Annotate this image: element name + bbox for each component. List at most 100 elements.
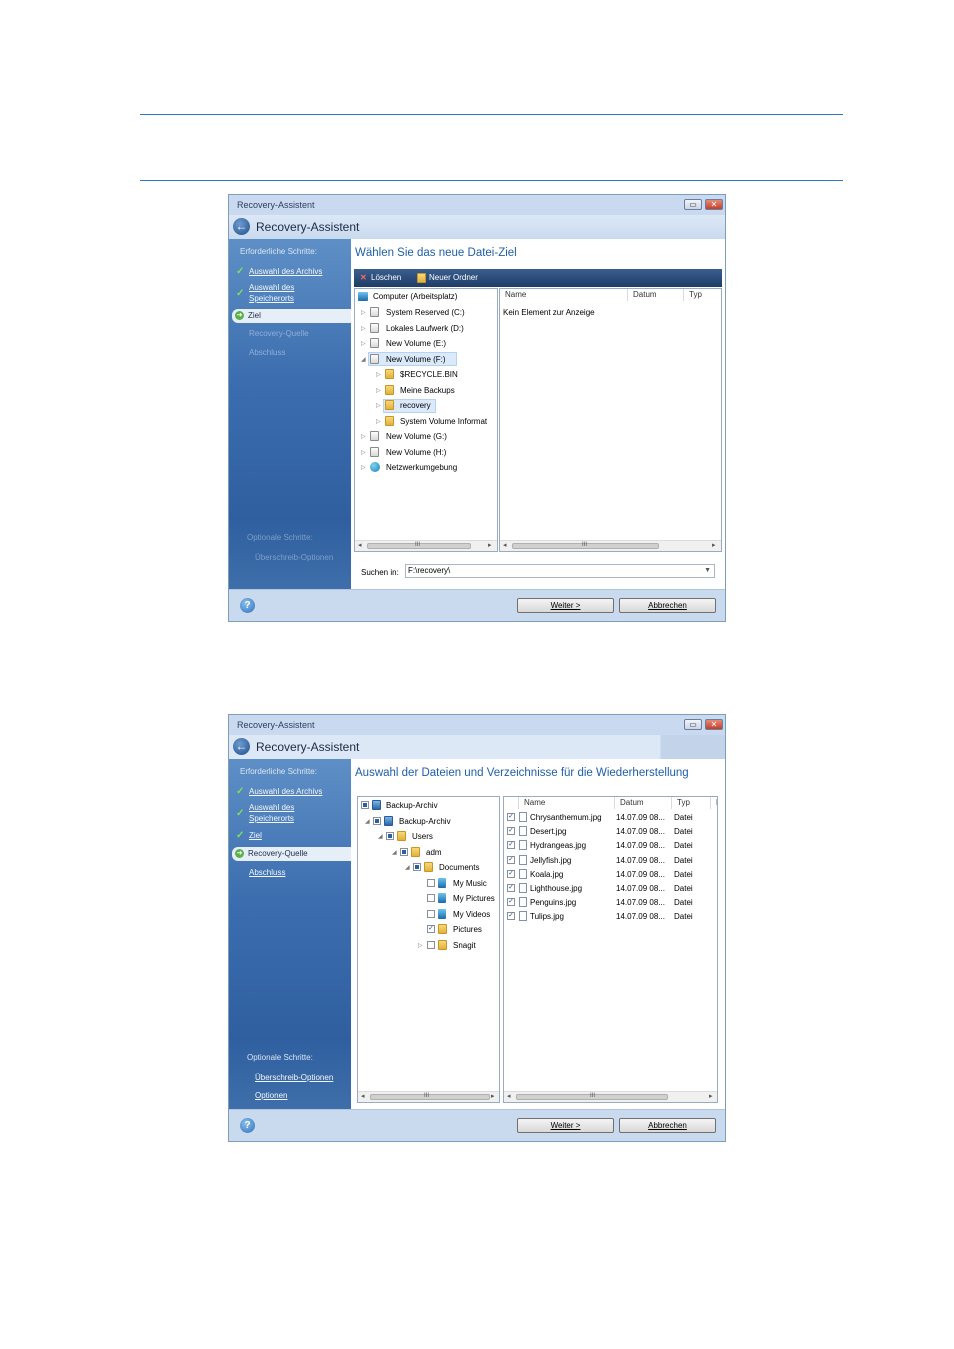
step-archive-selection[interactable]: Auswahl des Archivs bbox=[249, 787, 322, 796]
expand-arrow-icon[interactable]: ▷ bbox=[418, 942, 423, 949]
tree-item-system-volume-info[interactable]: System Volume Informat bbox=[400, 417, 487, 426]
tree-item-drive-e[interactable]: New Volume (E:) bbox=[386, 339, 446, 348]
step-archive-selection[interactable]: Auswahl des Archivs bbox=[249, 267, 322, 276]
scroll-left-arrow-icon[interactable]: ◂ bbox=[507, 1092, 511, 1100]
file-row[interactable]: ✓ Desert.jpg 14.07.09 08... Datei bbox=[504, 826, 709, 838]
help-icon[interactable]: ? bbox=[240, 1118, 255, 1133]
scroll-right-arrow-icon[interactable]: ▸ bbox=[709, 1092, 713, 1100]
scroll-left-arrow-icon[interactable]: ◂ bbox=[503, 541, 507, 549]
checkbox[interactable] bbox=[427, 879, 435, 887]
file-row[interactable]: ✓ Jellyfish.jpg 14.07.09 08... Datei bbox=[504, 854, 709, 867]
back-arrow-icon[interactable]: ← bbox=[233, 218, 250, 235]
partial-checkbox[interactable] bbox=[361, 801, 369, 809]
tree-item-backup-archive-root[interactable]: Backup-Archiv bbox=[386, 801, 438, 810]
next-button[interactable]: Weiter > bbox=[517, 598, 614, 613]
expand-arrow-icon[interactable]: ▷ bbox=[361, 340, 366, 347]
checked-checkbox[interactable]: ✓ bbox=[507, 813, 515, 821]
step-finish[interactable]: Abschluss bbox=[249, 868, 285, 877]
tree-item-drive-g[interactable]: New Volume (G:) bbox=[386, 432, 447, 441]
tree-item-drive-f[interactable]: New Volume (F:) bbox=[386, 355, 446, 364]
column-header-name[interactable]: Name bbox=[500, 289, 628, 301]
tree-item-network[interactable]: Netzwerkumgebung bbox=[386, 463, 457, 472]
step-destination[interactable]: Ziel bbox=[249, 831, 262, 840]
file-row[interactable]: ✓ Tulips.jpg 14.07.09 08... Datei bbox=[504, 911, 709, 923]
tree-item-my-pictures[interactable]: My Pictures bbox=[453, 894, 495, 903]
close-button[interactable]: ✕ bbox=[705, 199, 723, 210]
tree-item-pictures[interactable]: Pictures bbox=[453, 925, 482, 934]
step-location-selection-line2[interactable]: Speicherorts bbox=[249, 294, 294, 303]
tree-item-drive-h[interactable]: New Volume (H:) bbox=[386, 448, 446, 457]
column-header-date[interactable]: Datum bbox=[615, 797, 672, 809]
cancel-button[interactable]: Abbrechen bbox=[619, 1118, 716, 1133]
checked-checkbox[interactable]: ✓ bbox=[507, 884, 515, 892]
restore-button[interactable]: ▭ bbox=[684, 719, 702, 730]
checkbox[interactable] bbox=[427, 894, 435, 902]
list-horizontal-scrollbar[interactable]: ◂ III ▸ bbox=[504, 1091, 717, 1102]
tree-item-recycle-bin[interactable]: $RECYCLE.BIN bbox=[400, 370, 458, 379]
scroll-right-arrow-icon[interactable]: ▸ bbox=[491, 1092, 495, 1100]
tree-item-meine-backups[interactable]: Meine Backups bbox=[400, 386, 455, 395]
tree-item-documents[interactable]: Documents bbox=[439, 863, 479, 872]
partial-checkbox[interactable] bbox=[400, 848, 408, 856]
expand-arrow-icon[interactable]: ▷ bbox=[361, 433, 366, 440]
delete-button[interactable]: Löschen bbox=[371, 273, 401, 282]
dropdown-arrow-icon[interactable]: ▼ bbox=[704, 565, 711, 577]
tree-item-adm[interactable]: adm bbox=[426, 848, 442, 857]
expand-arrow-icon[interactable]: ▷ bbox=[361, 464, 366, 471]
checked-checkbox[interactable]: ✓ bbox=[507, 827, 515, 836]
tree-horizontal-scrollbar[interactable]: ◂ III ▸ bbox=[355, 540, 497, 551]
expand-arrow-icon[interactable]: ▷ bbox=[361, 325, 366, 332]
collapse-arrow-icon[interactable]: ◢ bbox=[365, 818, 370, 825]
checked-checkbox[interactable]: ✓ bbox=[427, 925, 435, 933]
new-folder-button[interactable]: Neuer Ordner bbox=[429, 273, 478, 282]
file-row[interactable]: ✓ Chrysanthemum.jpg 14.07.09 08... Datei bbox=[504, 812, 709, 824]
collapse-arrow-icon[interactable]: ◢ bbox=[405, 864, 410, 871]
checked-checkbox[interactable]: ✓ bbox=[507, 898, 515, 907]
column-header-type[interactable]: Typ bbox=[684, 289, 721, 301]
scroll-right-arrow-icon[interactable]: ▸ bbox=[712, 541, 716, 549]
tree-item-drive-d[interactable]: Lokales Laufwerk (D:) bbox=[386, 324, 464, 333]
file-row[interactable]: ✓ Lighthouse.jpg 14.07.09 08... Datei bbox=[504, 883, 709, 895]
expand-arrow-icon[interactable]: ▷ bbox=[376, 402, 381, 409]
tree-item-users[interactable]: Users bbox=[412, 832, 433, 841]
expand-arrow-icon[interactable]: ▷ bbox=[376, 371, 381, 378]
close-button[interactable]: ✕ bbox=[705, 719, 723, 730]
partial-checkbox[interactable] bbox=[373, 817, 381, 825]
next-button[interactable]: Weiter > bbox=[517, 1118, 614, 1133]
tree-item-drive-c[interactable]: System Reserved (C:) bbox=[386, 308, 465, 317]
list-horizontal-scrollbar[interactable]: ◂ III ▸ bbox=[500, 540, 721, 551]
checked-checkbox[interactable]: ✓ bbox=[507, 841, 515, 850]
expand-arrow-icon[interactable]: ▷ bbox=[376, 387, 381, 394]
file-row[interactable]: ✓ Koala.jpg 14.07.09 08... Datei bbox=[504, 868, 709, 881]
tree-horizontal-scrollbar[interactable]: ◂ III ▸ bbox=[358, 1091, 499, 1102]
collapse-arrow-icon[interactable]: ◢ bbox=[392, 849, 397, 856]
collapse-arrow-icon[interactable]: ◢ bbox=[361, 356, 366, 363]
checked-checkbox[interactable]: ✓ bbox=[507, 855, 515, 864]
tree-item-backup-archive[interactable]: Backup-Archiv bbox=[399, 817, 451, 826]
tree-item-my-videos[interactable]: My Videos bbox=[453, 910, 490, 919]
column-header-type[interactable]: Typ bbox=[672, 797, 711, 809]
help-icon[interactable]: ? bbox=[240, 598, 255, 613]
expand-arrow-icon[interactable]: ▷ bbox=[361, 309, 366, 316]
back-arrow-icon[interactable]: ← bbox=[233, 738, 250, 755]
tree-item-my-music[interactable]: My Music bbox=[453, 879, 487, 888]
tree-item-recovery[interactable]: recovery bbox=[400, 401, 431, 410]
column-header-date[interactable]: Datum bbox=[628, 289, 684, 301]
file-row[interactable]: ✓ Hydrangeas.jpg 14.07.09 08... Datei bbox=[504, 840, 709, 852]
file-row[interactable]: ✓ Penguins.jpg 14.07.09 08... Datei bbox=[504, 897, 709, 909]
checked-checkbox[interactable]: ✓ bbox=[507, 869, 515, 878]
cancel-button[interactable]: Abbrechen bbox=[619, 598, 716, 613]
scroll-left-arrow-icon[interactable]: ◂ bbox=[361, 1092, 365, 1100]
scrollbar-thumb[interactable] bbox=[370, 1094, 490, 1100]
partial-checkbox[interactable] bbox=[386, 832, 394, 840]
step-location-selection[interactable]: Auswahl des bbox=[249, 803, 294, 812]
tree-item-snagit[interactable]: Snagit bbox=[453, 941, 476, 950]
column-header-name[interactable]: Name bbox=[519, 797, 615, 809]
expand-arrow-icon[interactable]: ▷ bbox=[361, 449, 366, 456]
checkbox[interactable] bbox=[427, 910, 435, 918]
search-in-field[interactable]: F:\recovery\ ▼ bbox=[405, 564, 715, 578]
step-overwrite-options[interactable]: Überschreib-Optionen bbox=[255, 1073, 333, 1082]
expand-arrow-icon[interactable]: ▷ bbox=[376, 418, 381, 425]
checked-checkbox[interactable]: ✓ bbox=[507, 912, 515, 921]
checkbox[interactable] bbox=[427, 941, 435, 949]
